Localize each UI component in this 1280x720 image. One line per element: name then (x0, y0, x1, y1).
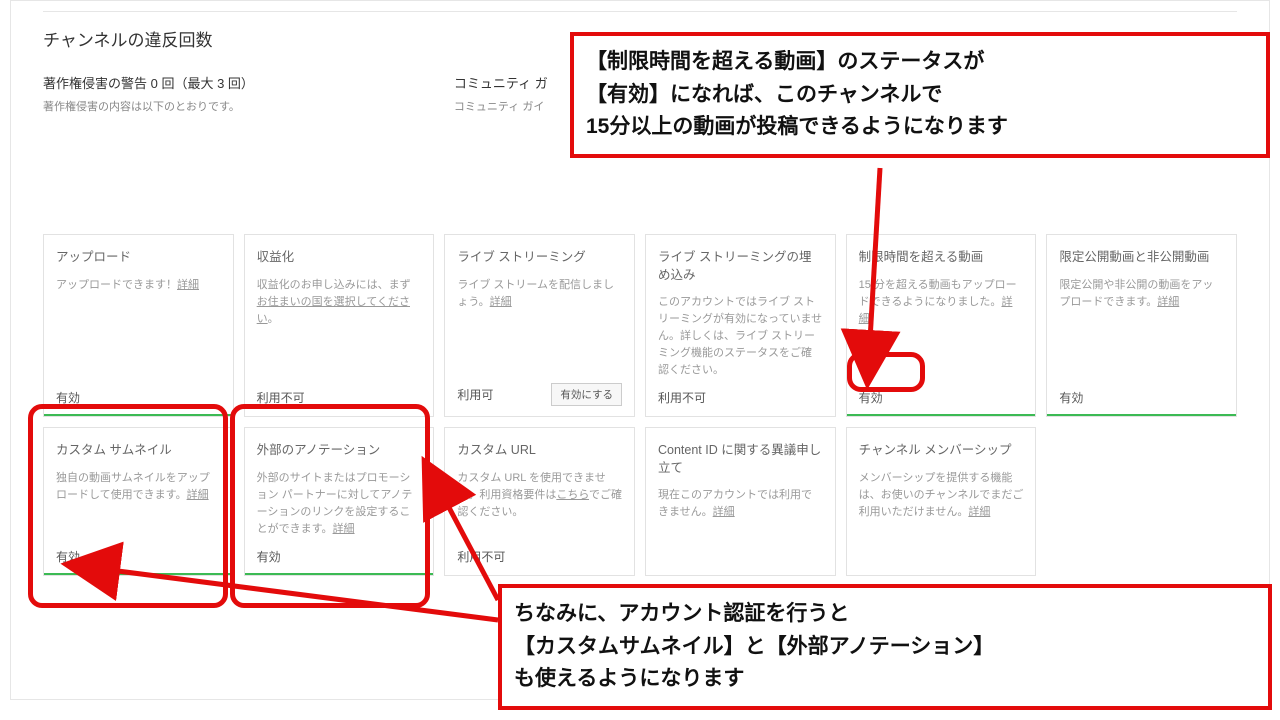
card-title: カスタム URL (457, 442, 622, 460)
feature-cards-row1: アップロードアップロードできます！詳細有効収益化収益化のお申し込みには、まずお住… (43, 234, 1237, 417)
card-status: 有効 (257, 548, 281, 565)
community-heading: コミュニティ ガ (454, 73, 548, 92)
status-bar (1047, 414, 1236, 416)
annotation-top-text: 【制限時間を超える動画】のステータスが 【有効】になれば、このチャンネルで 15… (586, 50, 1008, 138)
card-title: 限定公開動画と非公開動画 (1059, 249, 1224, 267)
feature-card: カスタム URL カスタム URL を使用できません。利用資格要件はこちらでご確認… (444, 427, 635, 576)
card-description: 現在このアカウントでは利用できません。詳細 (658, 487, 823, 555)
card-title: 収益化 (257, 249, 422, 267)
copyright-heading: 著作権侵害の警告 0 回（最大 3 回） (43, 73, 254, 92)
card-status: 有効 (1059, 389, 1083, 406)
card-title: 制限時間を超える動画 (859, 249, 1024, 267)
card-description: 収益化のお申し込みには、まずお住まいの国を選択してください。 (257, 277, 422, 380)
card-title: ライブ ストリーミングの埋め込み (658, 249, 823, 284)
status-bar (445, 414, 634, 416)
card-title: ライブ ストリーミング (457, 249, 622, 267)
card-status: 利用可 (457, 386, 493, 403)
card-status: 有効 (56, 389, 80, 406)
card-status: 利用不可 (257, 389, 305, 406)
card-description: 外部のサイトまたはプロモーション パートナーに対してアノテーションのリンクを設定… (257, 470, 422, 538)
card-description: アップロードできます！詳細 (56, 277, 221, 380)
card-footer: 有効 (859, 379, 1024, 414)
card-description: 限定公開や非公開の動画をアップロードできます。詳細 (1059, 277, 1224, 380)
card-status: 有効 (859, 389, 883, 406)
detail-link[interactable]: 詳細 (859, 296, 1013, 325)
detail-link[interactable]: 詳細 (333, 523, 355, 535)
status-bar (847, 573, 1036, 575)
feature-card: 収益化収益化のお申し込みには、まずお住まいの国を選択してください。利用不可 (244, 234, 435, 417)
community-sub: コミュニティ ガイ (454, 98, 548, 114)
card-footer: 利用不可 (257, 379, 422, 414)
feature-card: アップロードアップロードできます！詳細有効 (43, 234, 234, 417)
feature-card: ライブ ストリーミングの埋め込みこのアカウントではライブ ストリーミングが有効に… (645, 234, 836, 417)
enable-button[interactable]: 有効にする (551, 383, 622, 406)
card-status: 利用不可 (457, 548, 505, 565)
status-bar (847, 414, 1036, 416)
card-footer: 有効 (56, 538, 221, 573)
card-footer: 有効 (56, 379, 221, 414)
status-bar (44, 573, 233, 575)
detail-link[interactable]: 詳細 (177, 279, 199, 291)
status-bar (445, 573, 634, 575)
annotation-bottom-box: ちなみに、アカウント認証を行うと 【カスタムサムネイル】と【外部アノテーション】… (498, 584, 1272, 710)
card-footer: 有効 (257, 538, 422, 573)
feature-card: チャンネル メンバーシップメンバーシップを提供する機能は、お使いのチャンネルでま… (846, 427, 1037, 576)
detail-link[interactable]: 詳細 (968, 506, 990, 518)
card-title: チャンネル メンバーシップ (859, 442, 1024, 460)
feature-card: ライブ ストリーミングライブ ストリームを配信しましょう。詳細利用可 有効にする (444, 234, 635, 417)
annotation-top-box: 【制限時間を超える動画】のステータスが 【有効】になれば、このチャンネルで 15… (570, 32, 1270, 158)
card-title: アップロード (56, 249, 221, 267)
card-title: カスタム サムネイル (56, 442, 221, 460)
card-footer: 利用不可 (658, 379, 823, 414)
feature-cards-row2: カスタム サムネイル独自の動画サムネイルをアップロードして使用できます。詳細有効… (43, 427, 1237, 576)
detail-link[interactable]: 詳細 (490, 296, 512, 308)
card-footer: 有効 (1059, 379, 1224, 414)
feature-card: 制限時間を超える動画 15 分を超える動画もアップロードできるようになりました。詳… (846, 234, 1037, 417)
feature-card: カスタム サムネイル独自の動画サムネイルをアップロードして使用できます。詳細有効 (43, 427, 234, 576)
card-description: 15 分を超える動画もアップロードできるようになりました。詳細 (859, 277, 1024, 380)
card-status: 利用不可 (658, 389, 706, 406)
feature-card: 外部のアノテーション外部のサイトまたはプロモーション パートナーに対してアノテー… (244, 427, 435, 576)
card-footer (658, 555, 823, 573)
status-bar (646, 414, 835, 416)
card-description: 独自の動画サムネイルをアップロードして使用できます。詳細 (56, 470, 221, 538)
status-bar (245, 573, 434, 575)
card-status: 有効 (56, 548, 80, 565)
detail-link[interactable]: こちら (556, 489, 589, 501)
card-footer: 利用不可 (457, 538, 622, 573)
detail-link[interactable]: 詳細 (713, 506, 735, 518)
card-title: 外部のアノテーション (257, 442, 422, 460)
copyright-sub: 著作権侵害の内容は以下のとおりです。 (43, 98, 254, 114)
detail-link[interactable]: 詳細 (187, 489, 209, 501)
card-description: カスタム URL を使用できません。利用資格要件はこちらでご確認ください。 (457, 470, 622, 538)
status-bar (44, 414, 233, 416)
card-footer: 利用可 有効にする (457, 373, 622, 414)
status-bar (646, 573, 835, 575)
card-footer (859, 555, 1024, 573)
detail-link[interactable]: 詳細 (1157, 296, 1179, 308)
feature-card: 限定公開動画と非公開動画限定公開や非公開の動画をアップロードできます。詳細有効 (1046, 234, 1237, 417)
copyright-violations: 著作権侵害の警告 0 回（最大 3 回） 著作権侵害の内容は以下のとおりです。 (43, 73, 254, 114)
card-description: このアカウントではライブ ストリーミングが有効になっていません。詳しくは、ライブ… (658, 294, 823, 379)
detail-link[interactable]: お住まいの国を選択してください (257, 296, 410, 325)
card-title: Content ID に関する異議申し立て (658, 442, 823, 477)
annotation-bottom-text: ちなみに、アカウント認証を行うと 【カスタムサムネイル】と【外部アノテーション】… (514, 602, 994, 690)
card-description: メンバーシップを提供する機能は、お使いのチャンネルでまだご利用いただけません。詳… (859, 470, 1024, 555)
card-description: ライブ ストリームを配信しましょう。詳細 (457, 277, 622, 374)
community-violations: コミュニティ ガ コミュニティ ガイ (454, 73, 548, 114)
status-bar (245, 414, 434, 416)
feature-card: Content ID に関する異議申し立て現在このアカウントでは利用できません。… (645, 427, 836, 576)
